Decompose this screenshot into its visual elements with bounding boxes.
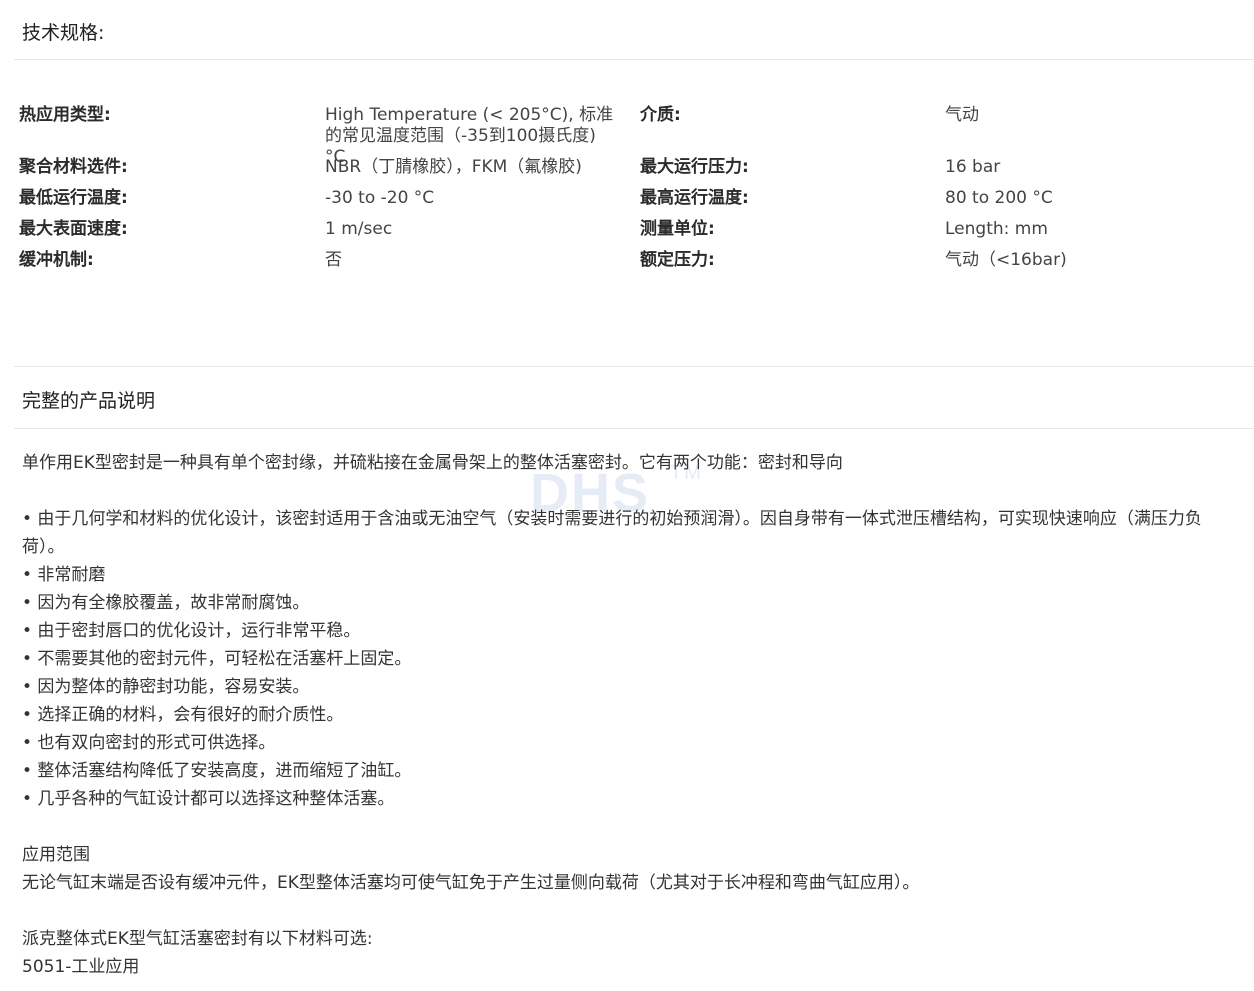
application-heading: 应用范围 (22, 845, 90, 865)
materials-heading: 派克整体式EK型气缸活塞密封有以下材料可选: (22, 929, 373, 949)
feature-bullet: • 几乎各种的气缸设计都可以选择这种整体活塞。 (22, 789, 395, 809)
spec-label: 最低运行温度: (19, 188, 128, 208)
spec-label: 聚合材料选件: (19, 157, 128, 177)
feature-bullet: • 选择正确的材料，会有很好的耐介质性。 (22, 705, 344, 725)
feature-bullet: • 也有双向密封的形式可供选择。 (22, 733, 276, 753)
feature-bullet: • 由于几何学和材料的优化设计，该密封适用于含油或无油空气（安装时需要进行的初始… (22, 509, 1202, 557)
specs-section-title: 技术规格: (22, 22, 105, 44)
material-item: 5051-工业应用 (22, 957, 140, 977)
feature-bullet: • 因为有全橡胶覆盖，故非常耐腐蚀。 (22, 593, 310, 613)
spec-value: 16 bar (945, 157, 1001, 177)
spec-label: 最高运行温度: (640, 188, 749, 208)
description-title-divider (14, 428, 1254, 429)
spec-value: Length: mm (945, 219, 1048, 239)
spec-value: 80 to 200 °C (945, 188, 1053, 208)
description-section-title: 完整的产品说明 (22, 390, 156, 412)
product-description: 单作用EK型密封是一种具有单个密封缘，并硫粘接在金属骨架上的整体活塞密封。它有两… (22, 449, 1242, 981)
spec-value: 气动（<16bar) (945, 250, 1067, 270)
specs-title-divider (14, 59, 1254, 60)
description-top-divider (14, 366, 1254, 367)
feature-bullet: • 由于密封唇口的优化设计，运行非常平稳。 (22, 621, 361, 641)
spec-value: NBR（丁腈橡胶），FKM（氟橡胶) (325, 157, 582, 177)
spec-value: 气动 (945, 105, 979, 125)
spec-label: 测量单位: (640, 219, 715, 239)
feature-bullet: • 非常耐磨 (22, 565, 106, 585)
description-intro: 单作用EK型密封是一种具有单个密封缘，并硫粘接在金属骨架上的整体活塞密封。它有两… (22, 453, 843, 473)
spec-label: 额定压力: (640, 250, 715, 270)
spec-label: 热应用类型: (19, 105, 111, 125)
spec-value: -30 to -20 °C (325, 188, 435, 208)
feature-bullet: • 不需要其他的密封元件，可轻松在活塞杆上固定。 (22, 649, 412, 669)
spec-label: 缓冲机制: (19, 250, 94, 270)
application-text: 无论气缸末端是否设有缓冲元件，EK型整体活塞均可使气缸免于产生过量侧向载荷（尤其… (22, 873, 920, 893)
feature-bullet: • 因为整体的静密封功能，容易安装。 (22, 677, 310, 697)
spec-label: 介质: (640, 105, 681, 125)
spec-value: 1 m/sec (325, 219, 393, 239)
spec-label: 最大表面速度: (19, 219, 128, 239)
spec-label: 最大运行压力: (640, 157, 749, 177)
feature-bullet: • 整体活塞结构降低了安装高度，进而缩短了油缸。 (22, 761, 412, 781)
spec-value: 否 (325, 250, 342, 270)
